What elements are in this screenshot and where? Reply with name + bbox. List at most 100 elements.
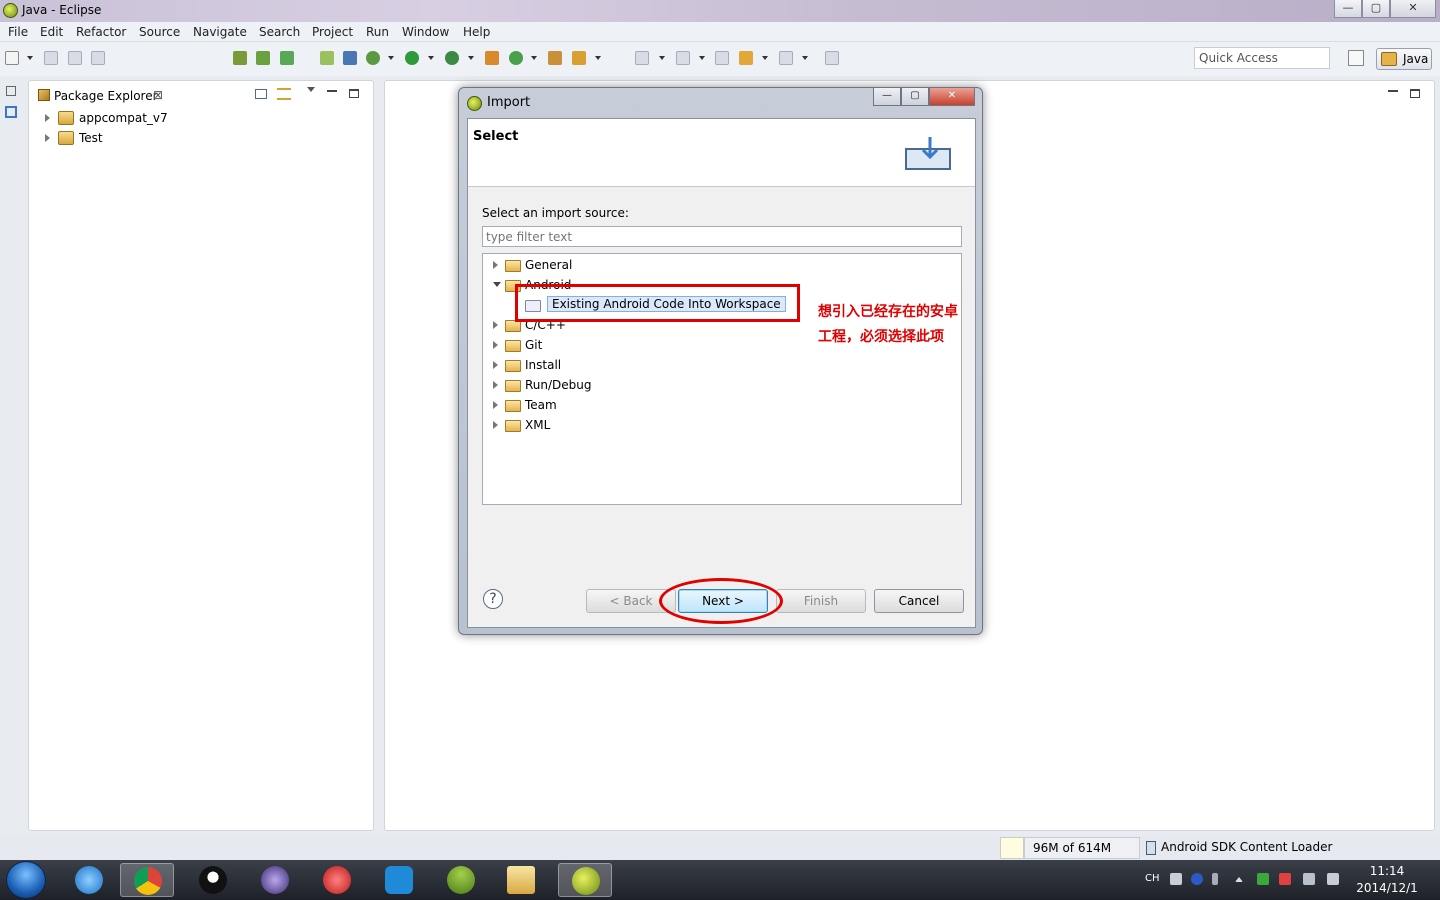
new-dropdown-icon[interactable] xyxy=(27,56,33,60)
collapse-all-icon[interactable] xyxy=(255,89,267,99)
input-language[interactable]: CH xyxy=(1145,873,1160,884)
help-button[interactable]: ? xyxy=(483,589,503,609)
close-button[interactable]: ✕ xyxy=(1390,0,1436,18)
collapse-icon[interactable] xyxy=(493,282,501,287)
show-hidden-icons-icon[interactable] xyxy=(1235,877,1243,882)
tree-node-install[interactable]: Install xyxy=(493,357,693,375)
editor-maximize-icon[interactable] xyxy=(1410,89,1420,98)
avd-manager-icon[interactable] xyxy=(256,51,270,65)
external-dropdown-icon[interactable] xyxy=(468,56,474,60)
taskbar-eclipse[interactable] xyxy=(558,863,612,897)
menu-run[interactable]: Run xyxy=(366,25,389,39)
editor-minimize-icon[interactable] xyxy=(1388,90,1398,92)
link-with-editor-icon[interactable] xyxy=(277,88,291,100)
debug-dropdown-icon[interactable] xyxy=(388,56,394,60)
menu-project[interactable]: Project xyxy=(312,25,353,39)
heap-status[interactable]: 96M of 614M xyxy=(1024,837,1140,859)
quick-access-input[interactable]: Quick Access xyxy=(1194,47,1330,69)
expand-icon[interactable] xyxy=(493,261,498,269)
next-annotation-dropdown-icon[interactable] xyxy=(659,56,665,60)
tree-node-team[interactable]: Team xyxy=(493,397,693,415)
taskbar-app-blue[interactable] xyxy=(372,863,426,897)
save-icon[interactable] xyxy=(44,51,58,65)
new-icon[interactable] xyxy=(5,51,19,65)
menu-file[interactable]: File xyxy=(8,25,28,39)
progress-icon[interactable] xyxy=(1146,841,1156,855)
skip-breakpoints-icon[interactable] xyxy=(343,51,357,65)
search-icon[interactable] xyxy=(572,51,586,65)
new-android-project-icon[interactable] xyxy=(320,51,334,65)
background-task-label[interactable]: Android SDK Content Loader xyxy=(1161,840,1332,854)
new-java-class-icon[interactable] xyxy=(509,51,523,65)
start-button[interactable] xyxy=(6,861,46,899)
new-class-dropdown-icon[interactable] xyxy=(531,56,537,60)
taskbar-eclipse-app[interactable] xyxy=(248,863,302,897)
taskbar-ie[interactable] xyxy=(62,863,116,897)
taskbar-app-red[interactable] xyxy=(310,863,364,897)
expand-icon[interactable] xyxy=(493,421,498,429)
menu-edit[interactable]: Edit xyxy=(40,25,63,39)
forward-dropdown-icon[interactable] xyxy=(802,56,808,60)
app-tray-icon[interactable] xyxy=(1257,873,1269,885)
pin-editor-icon[interactable] xyxy=(825,51,839,65)
open-type-icon[interactable] xyxy=(548,51,562,65)
tree-node-general[interactable]: General xyxy=(493,257,693,275)
sdk-manager-icon[interactable] xyxy=(233,51,247,65)
save-all-icon[interactable] xyxy=(68,51,82,65)
menu-navigate[interactable]: Navigate xyxy=(193,25,247,39)
last-edit-icon[interactable] xyxy=(715,51,729,65)
run-icon[interactable] xyxy=(405,51,419,65)
expand-icon[interactable] xyxy=(493,401,498,409)
dialog-maximize-button[interactable]: ▢ xyxy=(901,88,929,106)
maximize-view-icon[interactable] xyxy=(349,89,359,98)
tab-close-icon[interactable]: ⊠ xyxy=(153,88,163,102)
expand-icon[interactable] xyxy=(45,114,50,122)
expand-icon[interactable] xyxy=(45,134,50,142)
project-appcompat[interactable]: appcompat_v7 xyxy=(43,110,243,128)
previous-annotation-dropdown-icon[interactable] xyxy=(699,56,705,60)
package-explorer-trim-icon[interactable] xyxy=(5,106,17,118)
expand-icon[interactable] xyxy=(493,361,498,369)
dialog-close-button[interactable]: ✕ xyxy=(929,88,975,106)
back-dropdown-icon[interactable] xyxy=(762,56,768,60)
view-menu-icon[interactable] xyxy=(307,87,315,92)
next-annotation-icon[interactable] xyxy=(635,51,649,65)
help-tray-icon[interactable] xyxy=(1191,873,1203,885)
previous-annotation-icon[interactable] xyxy=(676,51,690,65)
dialog-minimize-button[interactable]: — xyxy=(873,88,901,106)
search-dropdown-icon[interactable] xyxy=(595,56,601,60)
forward-icon[interactable] xyxy=(779,51,793,65)
taskbar-android[interactable] xyxy=(434,863,488,897)
lint-icon[interactable] xyxy=(280,51,294,65)
network-icon[interactable] xyxy=(1303,873,1315,885)
print-icon[interactable] xyxy=(91,51,105,65)
maximize-button[interactable]: ▢ xyxy=(1362,0,1390,18)
menu-search[interactable]: Search xyxy=(259,25,300,39)
back-icon[interactable] xyxy=(739,51,753,65)
taskbar-chrome[interactable] xyxy=(120,863,174,897)
taskbar-qq[interactable] xyxy=(186,863,240,897)
run-dropdown-icon[interactable] xyxy=(428,56,434,60)
expand-icon[interactable] xyxy=(493,381,498,389)
restore-icon[interactable] xyxy=(6,86,16,96)
menu-source[interactable]: Source xyxy=(139,25,180,39)
menu-window[interactable]: Window xyxy=(402,25,449,39)
volume-icon[interactable] xyxy=(1327,873,1339,885)
clock[interactable]: 11:14 2014/12/1 xyxy=(1352,863,1422,897)
taskbar-explorer[interactable] xyxy=(494,863,548,897)
open-perspective-icon[interactable] xyxy=(1348,50,1364,66)
java-perspective-button[interactable]: Java xyxy=(1376,48,1432,70)
project-test[interactable]: Test xyxy=(43,130,243,148)
minimize-view-icon[interactable] xyxy=(327,90,337,92)
tree-node-git[interactable]: Git xyxy=(493,337,693,355)
cancel-button[interactable]: Cancel xyxy=(874,589,964,613)
tray-expand-icon[interactable] xyxy=(1212,873,1218,885)
flag-icon[interactable] xyxy=(1279,873,1291,885)
package-explorer-tab[interactable]: Package Explorer ⊠ xyxy=(32,84,169,106)
minimize-button[interactable]: — xyxy=(1334,0,1362,18)
menu-help[interactable]: Help xyxy=(463,25,490,39)
tree-node-xml[interactable]: XML xyxy=(493,417,693,435)
expand-icon[interactable] xyxy=(493,341,498,349)
keyboard-icon[interactable] xyxy=(1170,873,1182,885)
tree-node-run-debug[interactable]: Run/Debug xyxy=(493,377,693,395)
